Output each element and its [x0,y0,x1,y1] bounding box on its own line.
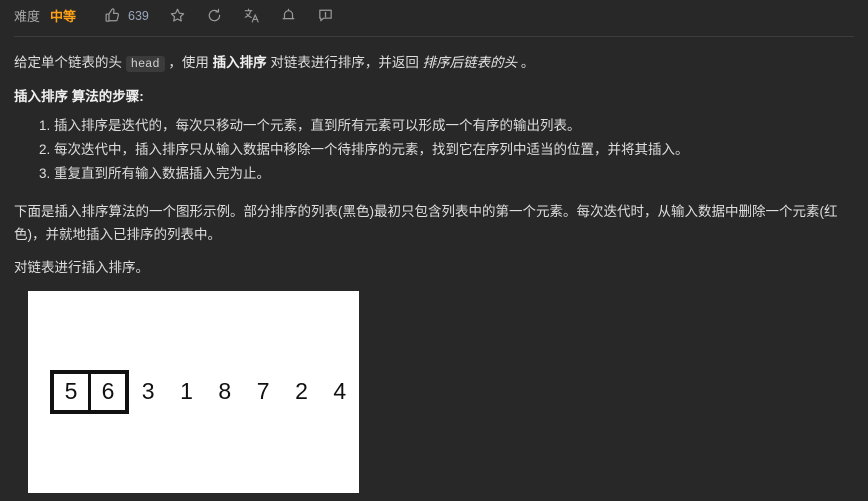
refresh-icon [206,7,223,24]
translate-icon [243,7,260,24]
figure-description: 下面是插入排序算法的一个图形示例。部分排序的列表(黑色)最初只包含列表中的第一个… [14,203,838,242]
unsorted-value: 4 [333,378,347,405]
feedback-icon [317,7,334,24]
intro-text-2: ，使用 [164,55,213,70]
like-count: 639 [128,8,149,23]
action-toolbar: 难度 中等 639 [0,0,868,31]
intro-bold-insertion-sort: 插入排序 [212,55,267,70]
like-button[interactable]: 639 [94,3,159,28]
unsorted-value: 2 [295,378,308,405]
difficulty-label: 难度 [14,9,41,24]
sort-row: 5 6 3 1 8 7 2 4 [28,370,359,415]
unsorted-value: 7 [256,378,270,405]
intro-italic-sorted-head: 排序后链表的头 [422,55,518,70]
list-item: 每次迭代中，插入排序只从输入数据中移除一个待排序的元素，找到它在序列中适当的位置… [54,138,854,161]
list-item: 重复直到所有输入数据插入完为止。 [54,162,854,185]
figure-caption: 对链表进行插入排序。 [14,259,149,275]
intro-text-4: 。 [517,55,535,70]
feedback-button[interactable] [307,3,344,28]
bell-icon [280,7,297,24]
favorite-button[interactable] [159,3,196,28]
intro-text-3: 对链表进行排序，并返回 [266,55,423,70]
unsorted-value: 1 [180,378,193,405]
thumbs-up-icon [104,7,121,24]
sorted-sublist-box: 5 6 [50,370,129,415]
steps-heading-rest: 算法的步骤: [68,88,144,104]
insertion-sort-illustration: 5 6 3 1 8 7 2 4 [28,291,359,494]
share-button[interactable] [196,3,233,28]
difficulty-group: 难度 中等 [14,6,76,25]
head-code-chip: head [125,56,165,72]
intro-paragraph: 给定单个链表的头 head ，使用 插入排序 对链表进行排序，并返回 排序后链表… [14,51,854,75]
unsorted-value: 3 [141,378,155,405]
steps-heading-bold: 插入排序 [14,88,68,104]
unsorted-value: 8 [218,378,232,405]
intro-text-1: 给定单个链表的头 [14,55,126,70]
steps-heading: 插入排序 算法的步骤: [14,85,854,108]
list-item: 插入排序是迭代的，每次只移动一个元素，直到所有元素可以形成一个有序的输出列表。 [54,114,854,137]
star-icon [169,7,186,24]
sorted-cell: 5 [54,374,88,411]
notifications-button[interactable] [270,3,307,28]
translate-button[interactable] [233,3,270,28]
difficulty-value[interactable]: 中等 [50,6,76,25]
steps-list: 插入排序是迭代的，每次只移动一个元素，直到所有元素可以形成一个有序的输出列表。 … [14,114,854,186]
problem-description: 给定单个链表的头 head ，使用 插入排序 对链表进行排序，并返回 排序后链表… [0,37,868,494]
sorted-cell: 6 [91,374,125,411]
